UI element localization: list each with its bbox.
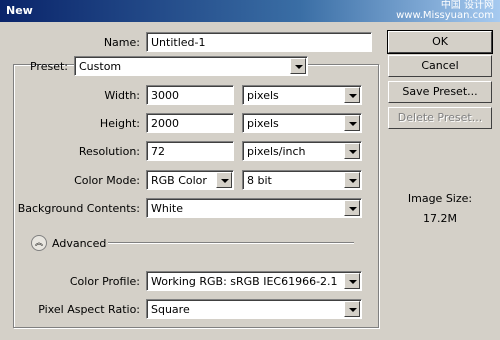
height-unit-dropdown[interactable]: pixels bbox=[242, 113, 362, 133]
title-bar: New 中国 设计网 www.Missyuan.com bbox=[0, 0, 500, 22]
cancel-button[interactable]: Cancel bbox=[388, 55, 492, 77]
chevron-down-icon bbox=[344, 172, 360, 188]
chevron-down-icon bbox=[344, 273, 360, 289]
resolution-unit-value: pixels/inch bbox=[247, 145, 306, 158]
background-contents-value: White bbox=[151, 202, 183, 215]
pixel-aspect-dropdown[interactable]: Square bbox=[146, 299, 362, 319]
watermark: 中国 设计网 www.Missyuan.com bbox=[396, 1, 494, 21]
color-mode-dropdown[interactable]: RGB Color bbox=[146, 170, 234, 190]
resolution-value: 72 bbox=[151, 145, 165, 158]
height-unit-value: pixels bbox=[247, 117, 279, 130]
resolution-label: Resolution: bbox=[78, 145, 140, 158]
window-title: New bbox=[6, 4, 33, 17]
chevron-down-icon bbox=[344, 200, 360, 216]
height-value: 2000 bbox=[151, 117, 179, 130]
chevron-down-icon bbox=[344, 87, 360, 103]
pixel-aspect-label: Pixel Aspect Ratio: bbox=[38, 303, 140, 316]
color-profile-dropdown[interactable]: Working RGB: sRGB IEC61966-2.1 bbox=[146, 271, 362, 291]
advanced-label: Advanced bbox=[52, 237, 107, 250]
width-unit-dropdown[interactable]: pixels bbox=[242, 85, 362, 105]
name-label: Name: bbox=[103, 36, 140, 49]
advanced-divider bbox=[108, 242, 354, 244]
pixel-aspect-value: Square bbox=[151, 303, 190, 316]
name-field[interactable]: Untitled-1 bbox=[146, 32, 372, 52]
bit-depth-value: 8 bit bbox=[247, 174, 272, 187]
preset-label: Preset: bbox=[29, 60, 68, 73]
background-contents-label: Background Contents: bbox=[17, 202, 140, 215]
chevron-down-icon bbox=[344, 143, 360, 159]
color-profile-label: Color Profile: bbox=[69, 275, 140, 288]
background-contents-dropdown[interactable]: White bbox=[146, 198, 362, 218]
color-mode-value: RGB Color bbox=[151, 174, 207, 187]
save-preset-button[interactable]: Save Preset... bbox=[388, 81, 492, 103]
width-label: Width: bbox=[104, 89, 140, 102]
image-size-value: 17.2M bbox=[423, 212, 457, 225]
delete-preset-button: Delete Preset... bbox=[388, 107, 492, 129]
width-field[interactable]: 3000 bbox=[146, 85, 234, 105]
ok-button[interactable]: OK bbox=[387, 30, 493, 54]
width-unit-value: pixels bbox=[247, 89, 279, 102]
height-field[interactable]: 2000 bbox=[146, 113, 234, 133]
chevron-down-icon bbox=[216, 172, 232, 188]
color-mode-label: Color Mode: bbox=[74, 174, 140, 187]
preset-value: Custom bbox=[79, 60, 122, 73]
resolution-unit-dropdown[interactable]: pixels/inch bbox=[242, 141, 362, 161]
bit-depth-dropdown[interactable]: 8 bit bbox=[242, 170, 362, 190]
image-size-label: Image Size: bbox=[407, 192, 473, 205]
double-chevron-up-icon: ︽ bbox=[35, 238, 43, 247]
color-profile-value: Working RGB: sRGB IEC61966-2.1 bbox=[151, 275, 338, 288]
chevron-down-icon bbox=[290, 58, 306, 74]
name-value: Untitled-1 bbox=[151, 36, 206, 49]
width-value: 3000 bbox=[151, 89, 179, 102]
height-label: Height: bbox=[99, 117, 140, 130]
advanced-toggle-button[interactable]: ︽ bbox=[31, 235, 47, 251]
watermark-line-2: www.Missyuan.com bbox=[396, 10, 494, 21]
resolution-field[interactable]: 72 bbox=[146, 141, 234, 161]
chevron-down-icon bbox=[344, 301, 360, 317]
preset-dropdown[interactable]: Custom bbox=[74, 56, 308, 76]
chevron-down-icon bbox=[344, 115, 360, 131]
